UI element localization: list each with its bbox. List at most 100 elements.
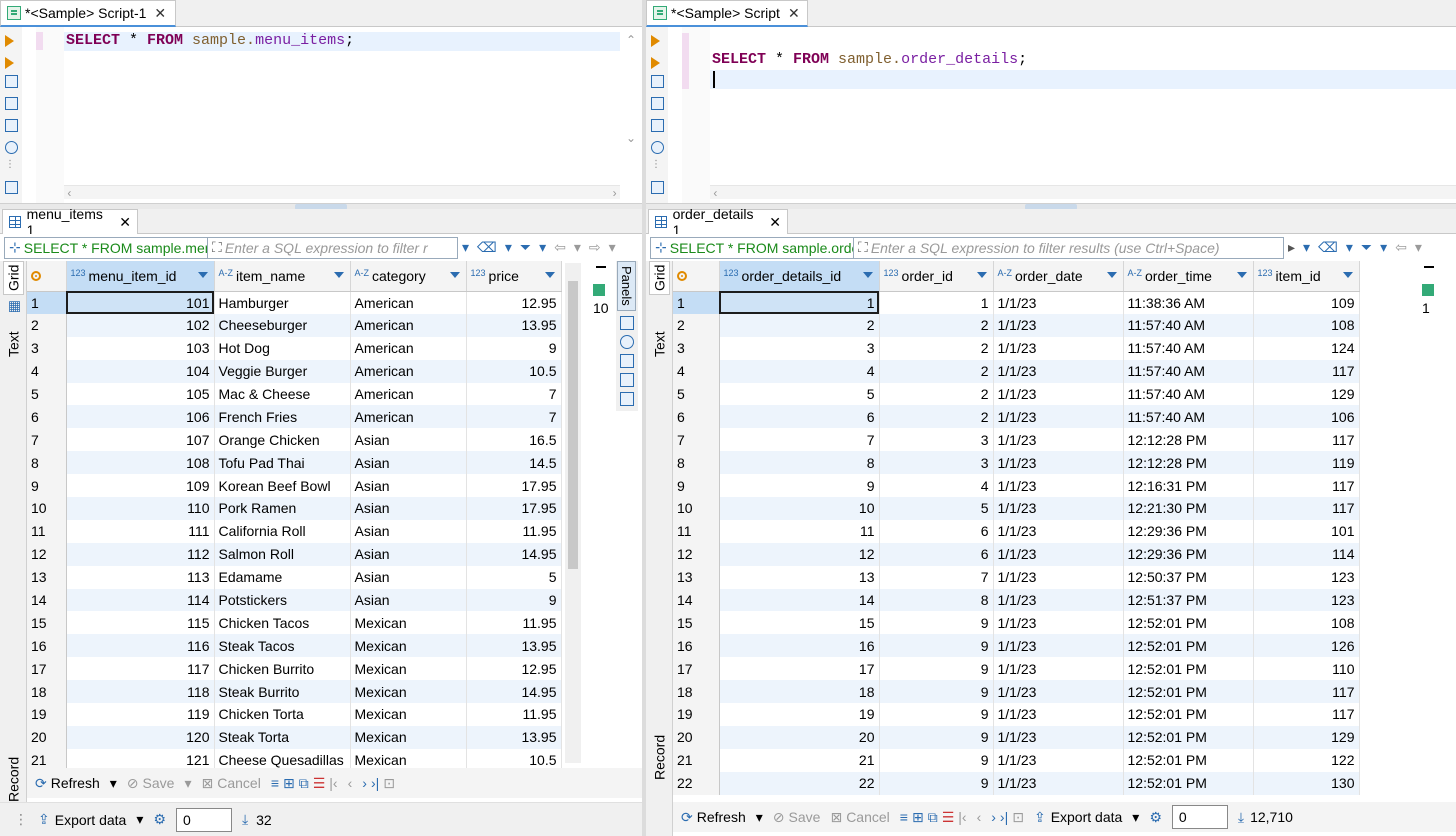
table-cell[interactable]: Asian — [350, 428, 467, 452]
table-row[interactable]: 12 12 6 1/1/23 12:29:36 PM 114 — [673, 542, 1360, 566]
table-cell[interactable]: 129 — [1253, 725, 1360, 749]
table-cell[interactable]: 109 — [66, 474, 215, 498]
refresh-button[interactable]: ⟳ Refresh — [35, 775, 100, 792]
table-cell[interactable]: 11:57:40 AM — [1123, 336, 1254, 360]
table-cell[interactable]: 9 — [879, 657, 994, 681]
table-cell[interactable]: Veggie Burger — [214, 359, 351, 383]
record-view-tab[interactable]: Record — [649, 729, 670, 785]
sql-editor[interactable]: ⋮ SELECT * FROM sample.order_details; ‹ — [646, 27, 1456, 203]
table-cell[interactable]: 1/1/23 — [993, 657, 1124, 681]
row-number[interactable]: 16 — [27, 634, 67, 658]
run-script-icon[interactable] — [5, 57, 14, 69]
settings-icon[interactable] — [5, 141, 18, 154]
table-cell[interactable]: 16.5 — [466, 428, 562, 452]
table-cell[interactable]: 5 — [879, 497, 994, 520]
table-cell[interactable]: 101 — [1253, 519, 1360, 543]
table-cell[interactable]: 12:16:31 PM — [1123, 474, 1254, 498]
table-cell[interactable]: 130 — [1253, 771, 1360, 795]
table-cell[interactable]: 1/1/23 — [993, 680, 1124, 704]
row-number[interactable]: 5 — [27, 382, 67, 406]
table-cell[interactable]: 1/1/23 — [993, 313, 1124, 337]
table-cell[interactable]: American — [350, 382, 467, 406]
table-cell[interactable]: 21 — [719, 748, 880, 772]
table-cell[interactable]: 106 — [1253, 405, 1360, 429]
calc-icon[interactable] — [620, 372, 634, 387]
panels-toggle[interactable]: Panels — [617, 261, 636, 311]
table-row[interactable]: 15 15 9 1/1/23 12:52:01 PM 108 — [673, 611, 1360, 635]
row-number[interactable]: 20 — [673, 725, 720, 749]
run-icon[interactable] — [5, 35, 14, 47]
sort-dropdown-icon[interactable] — [1236, 272, 1247, 278]
table-cell[interactable]: 112 — [66, 542, 215, 566]
copy-row-icon[interactable]: ⧉ — [299, 775, 309, 792]
table-cell[interactable]: 11:57:40 AM — [1123, 382, 1254, 406]
table-cell[interactable]: 126 — [1253, 634, 1360, 658]
cancel-button[interactable]: ⊠ Cancel — [201, 775, 260, 792]
column-header[interactable]: 123 price — [466, 261, 562, 292]
row-number[interactable]: 15 — [673, 611, 720, 635]
grid-view-tab[interactable]: Grid — [649, 261, 670, 295]
table-cell[interactable]: 14.5 — [466, 451, 562, 475]
table-row[interactable]: 17 17 9 1/1/23 12:52:01 PM 110 — [673, 657, 1360, 681]
table-cell[interactable]: 7 — [879, 565, 994, 589]
history-icon[interactable] — [651, 97, 664, 110]
back-icon[interactable]: ⇦ — [1391, 237, 1411, 259]
table-cell[interactable]: Asian — [350, 519, 467, 543]
close-icon[interactable]: ✕ — [788, 5, 800, 22]
table-cell[interactable]: 14 — [719, 588, 880, 612]
table-cell[interactable]: 12:29:36 PM — [1123, 519, 1254, 543]
row-number[interactable]: 17 — [673, 657, 720, 681]
last-page-icon[interactable]: ›| — [371, 775, 379, 791]
record-view-tab[interactable]: Record — [3, 751, 24, 807]
query-label[interactable]: ⊹ SELECT * FROM sample.orde — [650, 236, 854, 259]
column-header[interactable]: 123 order_details_id — [719, 261, 880, 292]
row-number[interactable]: 2 — [27, 313, 67, 337]
save-button[interactable]: ⊘ Save — [127, 775, 175, 792]
export-data-button[interactable]: ⇪ Export data — [1034, 809, 1122, 826]
back-icon[interactable]: ⇦ — [550, 237, 570, 259]
grid-corner[interactable] — [27, 261, 67, 292]
first-page-icon[interactable]: |‹ — [958, 809, 966, 825]
table-row[interactable]: 9 9 4 1/1/23 12:16:31 PM 117 — [673, 474, 1360, 498]
chevron-down-icon[interactable]: ▾ — [501, 237, 516, 259]
table-cell[interactable]: Asian — [350, 474, 467, 498]
table-cell[interactable]: 12 — [719, 542, 880, 566]
table-cell[interactable]: 2 — [879, 359, 994, 383]
row-number[interactable]: 14 — [673, 588, 720, 612]
close-icon[interactable]: ✕ — [769, 214, 781, 231]
table-cell[interactable]: 11:57:40 AM — [1123, 313, 1254, 337]
row-number[interactable]: 20 — [27, 725, 67, 749]
row-number[interactable]: 11 — [27, 519, 67, 543]
sql-editor[interactable]: ⋮ SELECT * FROM sample.menu_items; ⌃ ⌄ ‹ › — [0, 27, 642, 203]
table-cell[interactable]: 14.95 — [466, 542, 562, 566]
table-cell[interactable]: California Roll — [214, 519, 351, 543]
table-cell[interactable]: 10.5 — [466, 359, 562, 383]
table-cell[interactable]: Korean Beef Bowl — [214, 474, 351, 498]
table-row[interactable]: 4 4 2 1/1/23 11:57:40 AM 117 — [673, 359, 1360, 383]
gear-icon[interactable]: ⚙ — [153, 811, 166, 828]
table-cell[interactable]: 12:52:01 PM — [1123, 634, 1254, 658]
row-number[interactable]: 8 — [27, 451, 67, 475]
table-cell[interactable]: 12:52:01 PM — [1123, 703, 1254, 726]
table-cell[interactable]: 1/1/23 — [993, 703, 1124, 726]
table-cell[interactable]: 1/1/23 — [993, 382, 1124, 406]
sort-dropdown-icon[interactable] — [544, 272, 555, 278]
table-cell[interactable]: 2 — [879, 336, 994, 360]
row-number[interactable]: 11 — [673, 519, 720, 543]
table-cell[interactable]: 5 — [719, 382, 880, 406]
output-icon[interactable] — [651, 119, 664, 132]
row-number[interactable]: 4 — [673, 359, 720, 383]
table-cell[interactable]: 13.95 — [466, 725, 562, 749]
row-number[interactable]: 7 — [673, 428, 720, 452]
table-cell[interactable]: 9 — [719, 474, 880, 498]
table-cell[interactable]: Asian — [350, 565, 467, 589]
table-cell[interactable]: American — [350, 405, 467, 429]
table-cell[interactable]: Chicken Tacos — [214, 611, 351, 635]
table-cell[interactable]: 1/1/23 — [993, 611, 1124, 635]
refresh-dropdown[interactable]: ▾ — [110, 775, 117, 792]
column-header[interactable]: 123 menu_item_id — [66, 261, 215, 292]
table-cell[interactable]: 12:52:01 PM — [1123, 748, 1254, 772]
table-cell[interactable]: Hamburger — [214, 291, 351, 314]
table-row[interactable]: 7 107 Orange Chicken Asian 16.5 — [27, 428, 562, 452]
export-data-button[interactable]: ⇪ Export data — [38, 811, 126, 828]
